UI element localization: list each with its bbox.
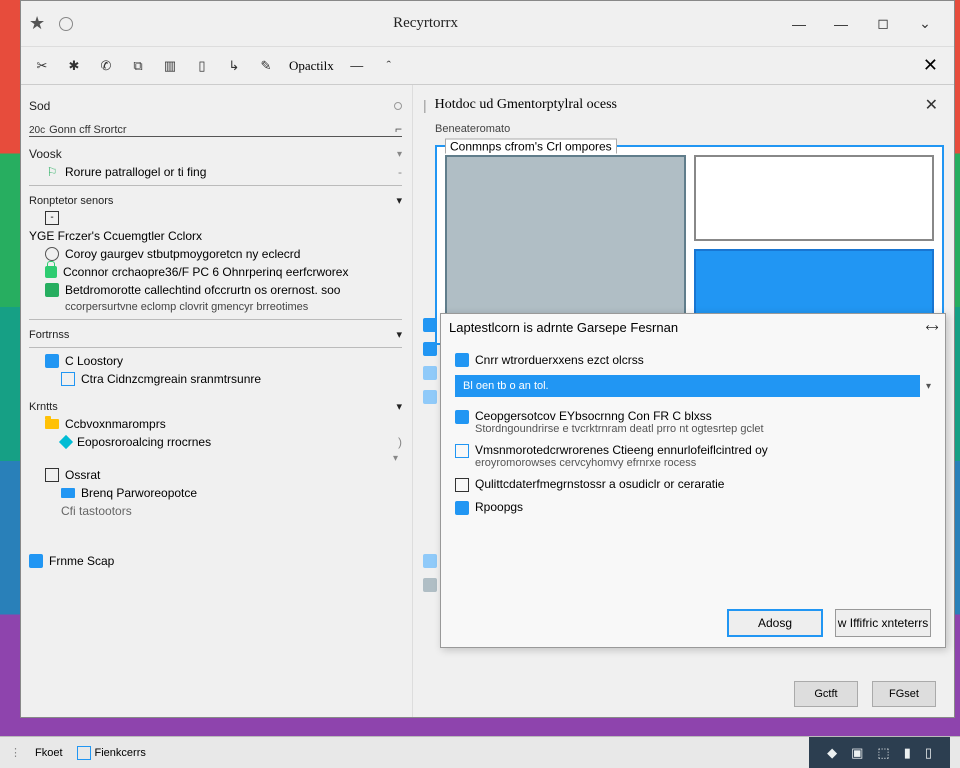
eopsrt-row[interactable]: Eoposroroalcing rrocrnes) (29, 435, 402, 449)
yge-title: YGE Frczer's Ccuemgtler Cclorx (29, 229, 402, 243)
stortor-field[interactable]: 20c Gonn cff Srortcr ⌐ (29, 115, 402, 137)
taskbar-item-1[interactable]: Fkoet (35, 747, 63, 759)
chevron-down-icon[interactable]: ▾ (396, 328, 402, 341)
tool-column-icon[interactable]: ▥ (155, 51, 185, 81)
mini-sidebar (420, 318, 440, 592)
blue-box-icon (61, 372, 75, 386)
taskbar: ⋮ Fkoet Fienkcerrs ◆ ▣ ⬚ ▮ ▯ (0, 736, 960, 768)
ccbvox-row[interactable]: Ccbvoxnmaromprs (29, 417, 402, 431)
c-loostory-row[interactable]: C Loostory (29, 354, 402, 368)
blue-box-icon[interactable] (455, 444, 469, 458)
radio-icon[interactable] (45, 247, 59, 261)
star-icon[interactable]: ★ (29, 13, 45, 34)
dialog: Laptestlcorn is adrnte Garsepe Fesrnan ⤢… (440, 313, 946, 648)
chevron-down-icon[interactable]: ▾ (396, 400, 402, 413)
blue-square-icon (45, 354, 59, 368)
sod-label: Sod (29, 99, 50, 113)
tool-minus-icon[interactable]: — (342, 51, 372, 81)
tool-cut-icon[interactable]: ✂ (27, 51, 57, 81)
toolbar: ✂ ✱ ✆ ⧉ ▥ ▯ ↳ ✎ Opactilx — ˆ ✕ (21, 47, 954, 85)
tool-call-icon[interactable]: ↳ (219, 51, 249, 81)
tool-devices-icon[interactable]: ⧉ (123, 51, 153, 81)
frame-scap-row[interactable]: Frnme Scap (29, 554, 402, 568)
pane-top-left[interactable] (694, 155, 935, 241)
chevron-down-icon[interactable]: ▾ (396, 194, 402, 207)
tool-phone-icon[interactable]: ✆ (91, 51, 121, 81)
tray-icon-2[interactable]: ▣ (851, 745, 863, 761)
mini-icon-5[interactable] (423, 554, 437, 568)
taskbar-item-2[interactable]: Fienkcerrs (77, 746, 146, 760)
ospat-row[interactable]: Ossrat (29, 468, 402, 482)
dialog-secondary-button[interactable]: w Iffifric xnteterrs (835, 609, 931, 637)
right-subtitle: Beneateromato (423, 123, 944, 135)
tag-icon (59, 435, 73, 449)
left-panel: Sod 20c Gonn cff Srortcr ⌐ Voosk ▾ ⚐ Ror… (21, 85, 413, 717)
right-title: Hotdoc ud Gmentorptylral ocess (435, 97, 617, 113)
globe-icon (59, 17, 73, 31)
app-title: Recyrtorrx (73, 15, 778, 32)
tray-icon-3[interactable]: ⬚ (877, 745, 889, 761)
confirm-button[interactable]: Gctft (794, 681, 858, 707)
tool-caret-icon[interactable]: ˆ (374, 51, 404, 81)
opacity-label: Opactilx (289, 58, 334, 74)
krntts-label: Krntts (29, 401, 58, 413)
dialog-primary-button[interactable]: Adosg (727, 609, 823, 637)
box-icon[interactable] (455, 478, 469, 492)
lock-icon (45, 266, 57, 278)
dialog-expand-icon[interactable]: ⤢ (923, 319, 940, 336)
cfi-row[interactable]: Cfi tastootors (29, 504, 402, 518)
divider-icon: | (423, 97, 427, 113)
tool-pen-icon[interactable]: ✎ (251, 51, 281, 81)
flag-icon: ⚐ (45, 165, 59, 179)
cancel-button[interactable]: FGset (872, 681, 936, 707)
window-buttons: Gctft FGset (794, 681, 936, 707)
ctra-row[interactable]: Ctra Cidnzcmgreain sranmtrsunre (29, 372, 402, 386)
notify-icon[interactable]: ◻ (862, 10, 904, 38)
tool-mobile-icon[interactable]: ▯ (187, 51, 217, 81)
voosk-label: Voosk (29, 147, 62, 161)
folder-icon (45, 419, 59, 429)
box-icon (45, 468, 59, 482)
chevron-down-icon[interactable]: ▾ (397, 149, 402, 160)
chev-down-icon[interactable]: ⌄ (904, 10, 946, 38)
tool-bug-icon[interactable]: ✱ (59, 51, 89, 81)
blue-square-icon[interactable] (455, 410, 469, 424)
mini-icon-3[interactable] (423, 366, 437, 380)
close-button[interactable]: ✕ (913, 55, 948, 76)
blue-square-icon[interactable] (455, 501, 469, 515)
mini-icon-6[interactable] (423, 578, 437, 592)
mini-icon-4[interactable] (423, 390, 437, 404)
mini-icon-2[interactable] (423, 342, 437, 356)
tray-icon-4[interactable]: ▮ (904, 745, 911, 761)
green-square-icon (45, 283, 59, 297)
dialog-input[interactable] (455, 375, 920, 397)
blue-square-icon (455, 353, 469, 367)
titlebar: ★ Recyrtorrx — — ◻ ⌄ (21, 1, 954, 47)
rorure-row[interactable]: ⚐ Rorure patrallogel or ti fing - (29, 165, 402, 179)
brenq-row[interactable]: Brenq Parworeopotce (29, 486, 402, 500)
mini-icon-1[interactable] (423, 318, 437, 332)
blue-folder-icon (61, 488, 75, 498)
chevron-down-icon[interactable]: ▾ (926, 381, 931, 392)
dialog-title: Laptestlcorn is adrnte Garsepe Fesrnan (449, 320, 678, 335)
tray-icon-5[interactable]: ▯ (925, 745, 932, 761)
save-icon (29, 554, 43, 568)
system-tray: ◆ ▣ ⬚ ▮ ▯ (809, 737, 950, 768)
panel-close-icon[interactable]: ✕ (919, 93, 944, 117)
minimize-button[interactable]: — (778, 10, 820, 38)
canvas-title: Conmnps cfrom's Crl ompores (445, 139, 617, 154)
restore-button[interactable]: — (820, 10, 862, 38)
fortnss-label: Fortrnss (29, 329, 69, 341)
minus-box-icon[interactable]: - (45, 211, 59, 225)
status-dot-icon (394, 102, 402, 110)
app-icon (77, 746, 91, 760)
pane-right[interactable] (445, 155, 686, 335)
tray-icon-1[interactable]: ◆ (827, 745, 837, 761)
ronpitor-label: Ronptetor senors (29, 195, 113, 207)
